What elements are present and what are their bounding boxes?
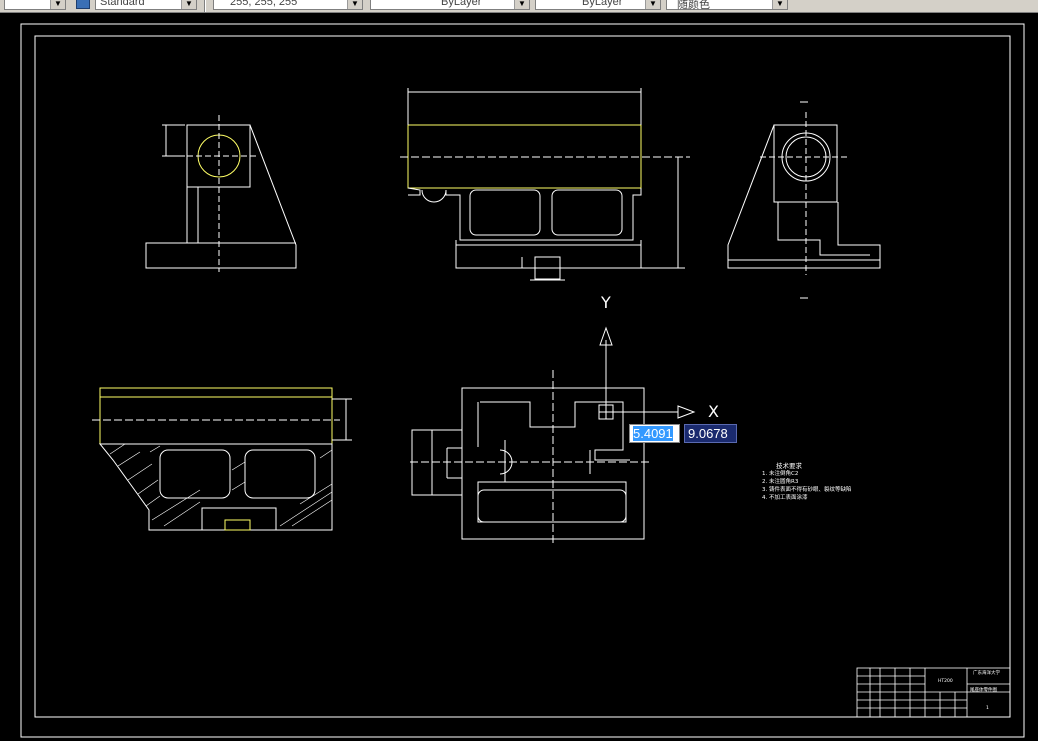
toolbar-separator bbox=[204, 0, 206, 12]
top-view bbox=[410, 370, 650, 545]
properties-toolbar: ▼ Standard ▼ 255, 255, 255 ▼ ByLayer ▼ B… bbox=[0, 0, 1038, 13]
plot-color-combo[interactable]: 随颜色 ▼ bbox=[666, 0, 788, 11]
dynamic-input-x[interactable]: 5.4091 bbox=[629, 424, 680, 443]
right-side-view bbox=[727, 101, 881, 299]
chevron-down-icon[interactable]: ▼ bbox=[50, 0, 65, 9]
text-style-combo[interactable]: Standard ▼ bbox=[95, 0, 197, 10]
linetype-value: ByLayer bbox=[441, 0, 482, 8]
dynamic-input-x-value: 5.4091 bbox=[633, 426, 673, 441]
section-view bbox=[92, 387, 352, 531]
lineweight-combo[interactable]: ByLayer ▼ bbox=[535, 0, 661, 10]
color-combo[interactable]: 255, 255, 255 ▼ bbox=[213, 0, 363, 10]
text-style-value: Standard bbox=[100, 0, 145, 8]
chevron-down-icon[interactable]: ▼ bbox=[347, 0, 362, 9]
title-block-company: 广东海洋大学 bbox=[973, 671, 1000, 676]
tech-requirement-item: 2. 未注圆角R3 bbox=[762, 479, 799, 485]
drawing-svg bbox=[20, 23, 1025, 738]
title-block-drawing-name: 尾座体零件图 bbox=[970, 688, 997, 693]
left-side-view bbox=[145, 115, 297, 272]
tech-requirements-title: 技术要求 bbox=[776, 462, 802, 470]
title-block-sheet: 1 bbox=[986, 706, 989, 711]
ucs-x-label: X bbox=[708, 402, 719, 421]
lineweight-value: ByLayer bbox=[582, 0, 623, 8]
outer-frame bbox=[20, 23, 1025, 738]
chevron-down-icon[interactable]: ▼ bbox=[181, 0, 196, 9]
plot-color-value: 随颜色 bbox=[677, 0, 710, 11]
inner-frame bbox=[34, 35, 1011, 718]
chevron-down-icon[interactable]: ▼ bbox=[645, 0, 660, 9]
tech-requirement-item: 3. 铸件表面不得有砂眼、裂纹等缺陷 bbox=[762, 487, 852, 493]
front-view bbox=[400, 88, 690, 281]
drawing-canvas[interactable]: 技术要求 1. 未注倒角C2 2. 未注圆角R3 3. 铸件表面不得有砂眼、裂纹… bbox=[0, 13, 1038, 741]
title-block-material: HT200 bbox=[938, 679, 953, 684]
chevron-down-icon[interactable]: ▼ bbox=[772, 0, 787, 9]
dynamic-input-y[interactable]: 9.0678 bbox=[684, 424, 737, 443]
tech-requirement-item: 1. 未注倒角C2 bbox=[762, 471, 799, 477]
layer-combo[interactable]: ▼ bbox=[4, 0, 66, 10]
ucs-icon bbox=[598, 326, 696, 420]
linetype-combo[interactable]: ByLayer ▼ bbox=[370, 0, 530, 10]
color-value: 255, 255, 255 bbox=[230, 0, 298, 8]
ucs-y-label: Y bbox=[601, 293, 611, 312]
tech-requirements: 技术要求 1. 未注倒角C2 2. 未注圆角R3 3. 铸件表面不得有砂眼、裂纹… bbox=[762, 462, 852, 502]
tech-requirement-item: 4. 不加工表面涂漆 bbox=[762, 495, 808, 501]
chevron-down-icon[interactable]: ▼ bbox=[514, 0, 529, 9]
text-style-icon[interactable] bbox=[76, 0, 90, 9]
